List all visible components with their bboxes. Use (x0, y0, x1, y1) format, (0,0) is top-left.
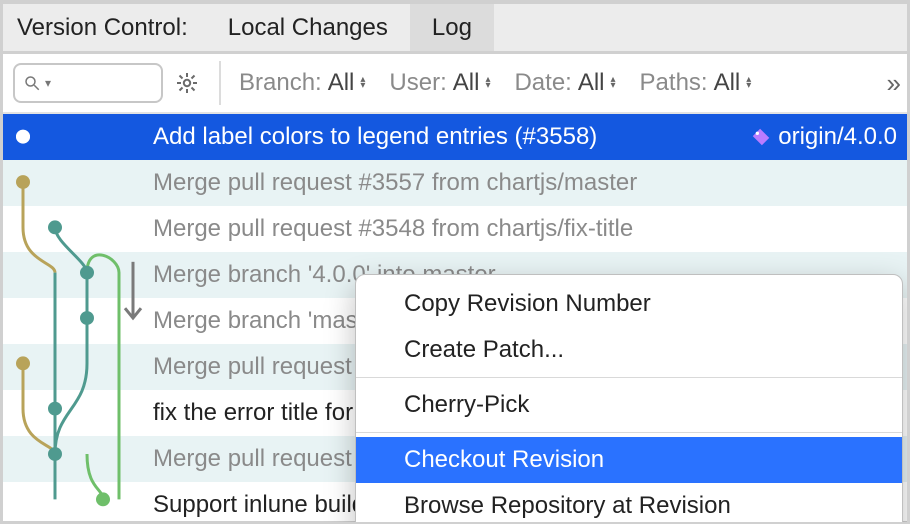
search-input[interactable]: ▾ (13, 63, 163, 103)
commit-message: Merge pull request #3548 from chartjs/fi… (153, 215, 633, 243)
stepper-icon: ▴▾ (485, 77, 490, 89)
filter-label: User: (389, 69, 446, 97)
filter-paths[interactable]: Paths: All ▴▾ (640, 69, 752, 97)
ctx-copy-revision-number[interactable]: Copy Revision Number (356, 281, 902, 327)
commit-row[interactable]: Merge pull request #3557 from chartjs/ma… (3, 160, 907, 206)
divider (219, 61, 221, 105)
commit-message: Add label colors to legend entries (#355… (153, 123, 597, 151)
filter-date[interactable]: Date: All ▴▾ (514, 69, 615, 97)
filter-value: All (328, 69, 355, 97)
filter-bar: ▾ Branch: All ▴▾ User: All ▴▾ Date: All … (3, 54, 907, 114)
filter-label: Branch: (239, 69, 322, 97)
commit-row[interactable]: Merge pull request #3548 from chartjs/fi… (3, 206, 907, 252)
menu-separator (356, 432, 902, 433)
filter-value: All (578, 69, 605, 97)
search-icon (23, 74, 41, 92)
branch-tag-label: origin/4.0.0 (778, 123, 897, 151)
dropdown-caret-icon: ▾ (45, 76, 51, 90)
stepper-icon: ▴▾ (746, 77, 751, 89)
filter-value: All (714, 69, 741, 97)
tab-bar: Version Control: Local Changes Log (3, 4, 907, 54)
filter-value: All (453, 69, 480, 97)
commit-message: Merge pull request #3557 from chartjs/ma… (153, 169, 637, 197)
menu-separator (356, 377, 902, 378)
commit-log: Add label colors to legend entries (#355… (3, 114, 907, 522)
context-menu: Copy Revision Number Create Patch... Che… (355, 274, 903, 522)
filter-label: Paths: (640, 69, 708, 97)
filter-branch[interactable]: Branch: All ▴▾ (239, 69, 365, 97)
settings-button[interactable] (173, 69, 201, 97)
stepper-icon: ▴▾ (360, 77, 365, 89)
ctx-cherry-pick[interactable]: Cherry-Pick (356, 382, 902, 428)
stepper-icon: ▴▾ (611, 77, 616, 89)
commit-row[interactable]: Add label colors to legend entries (#355… (3, 114, 907, 160)
filter-label: Date: (514, 69, 571, 97)
branch-tag[interactable]: origin/4.0.0 (750, 123, 897, 151)
filter-user[interactable]: User: All ▴▾ (389, 69, 490, 97)
panel-title: Version Control: (3, 4, 206, 51)
tab-local-changes[interactable]: Local Changes (206, 4, 410, 51)
ctx-checkout-revision[interactable]: Checkout Revision (356, 437, 902, 483)
ctx-create-patch[interactable]: Create Patch... (356, 327, 902, 373)
tab-log[interactable]: Log (410, 4, 494, 51)
gear-icon (175, 71, 199, 95)
ctx-browse-repository[interactable]: Browse Repository at Revision (356, 483, 902, 522)
tag-icon (750, 126, 772, 148)
more-filters-button[interactable]: » (887, 68, 897, 99)
